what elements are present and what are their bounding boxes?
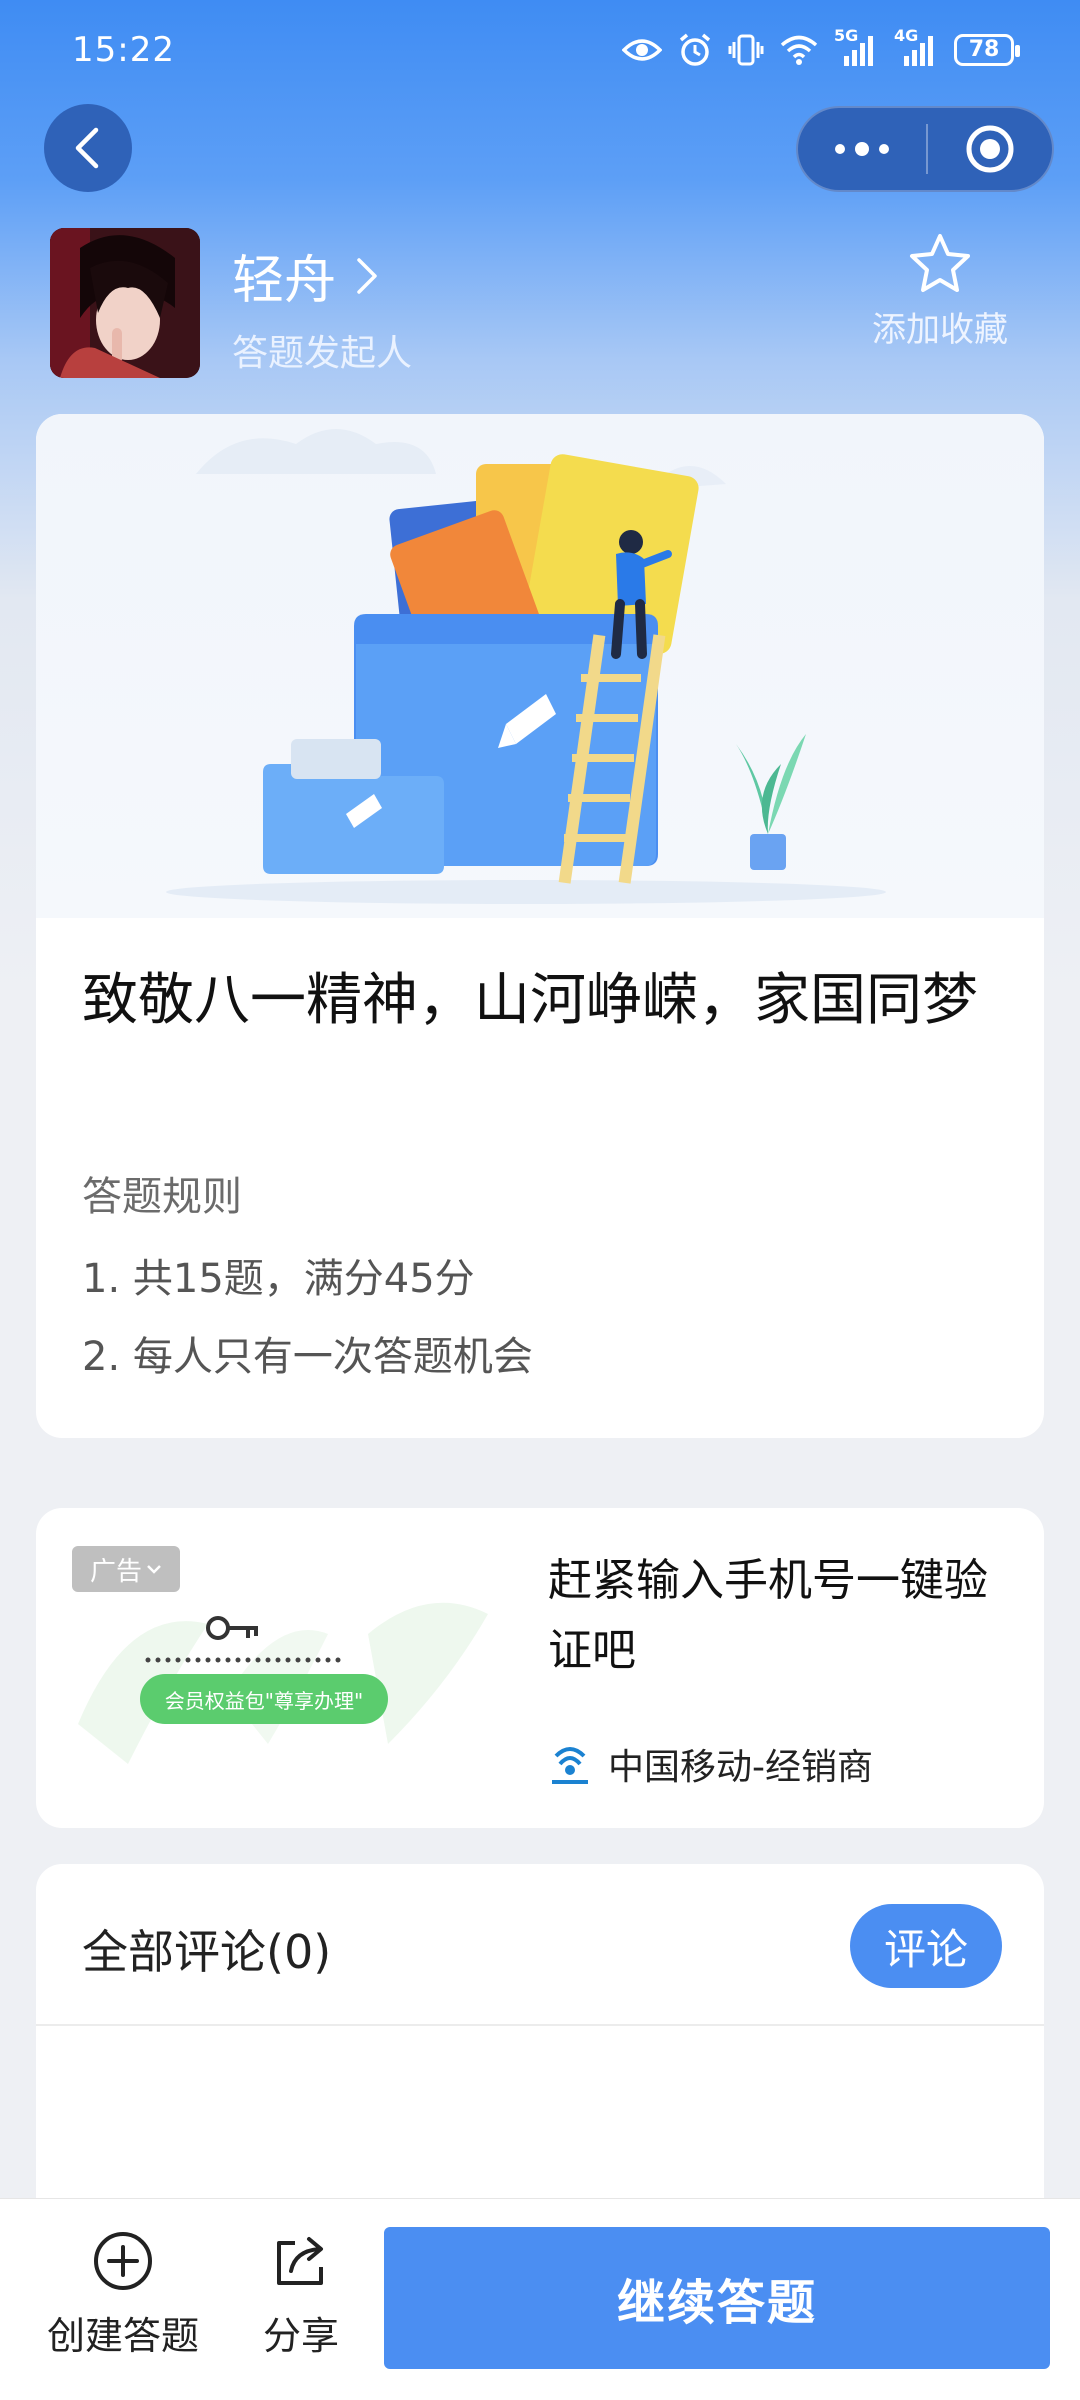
close-miniprogram-button[interactable] (928, 108, 1052, 190)
author-role: 答题发起人 (232, 333, 413, 374)
china-mobile-logo-icon (552, 1747, 588, 1784)
ad-brand-name: 中国移动-经销商 (608, 1747, 873, 1788)
status-bar: 15:22 5G 4G 78 (0, 0, 1080, 100)
create-quiz-label: 创建答题 (46, 2314, 199, 2358)
signal-5g-icon: 5G (834, 26, 878, 68)
battery-level: 78 (968, 37, 1000, 62)
more-button[interactable] (798, 108, 926, 190)
more-dots-icon (835, 142, 889, 156)
share-button[interactable]: 分享 (236, 2229, 366, 2360)
signal-4g-icon: 4G (894, 26, 938, 68)
star-icon (910, 234, 970, 292)
miniprogram-capsule (796, 106, 1054, 192)
eye-icon (622, 39, 662, 61)
ad-image-button-label: 会员权益包"尊享办理" (164, 1688, 364, 1713)
divider (36, 2024, 1044, 2026)
folder-illustration (166, 429, 886, 904)
add-favorite-button[interactable]: 添加收藏 (860, 232, 1020, 351)
chevron-right-icon (357, 257, 377, 294)
chevron-left-icon (75, 127, 99, 169)
share-label: 分享 (262, 2314, 339, 2358)
comment-button[interactable]: 评论 (850, 1904, 1002, 1988)
status-icons: 5G 4G 78 (622, 26, 1020, 72)
plus-circle-icon (94, 2232, 152, 2290)
comments-title: 全部评论(0) (82, 1925, 332, 1979)
status-time: 15:22 (72, 30, 175, 70)
ad-title: 赶紧输入手机号一键验证吧 (548, 1555, 988, 1676)
rule-item: 2. 每人只有一次答题机会 (82, 1334, 533, 1380)
author-name-link[interactable]: 轻舟 (232, 238, 378, 313)
create-quiz-button[interactable]: 创建答题 (40, 2229, 206, 2360)
ad-brand: 中国移动-经销商 (548, 1738, 873, 1790)
ad-badge-label: 广告 (89, 1556, 142, 1587)
quiz-banner (36, 414, 1044, 918)
quiz-card: 致敬八一精神，山河峥嵘，家国同梦 答题规则 1. 共15题，满分45分 2. 每… (36, 414, 1044, 1438)
target-icon (966, 125, 1014, 173)
alarm-icon (679, 33, 711, 66)
share-icon (277, 2237, 323, 2285)
add-favorite-label: 添加收藏 (872, 310, 1008, 350)
battery-icon: 78 (954, 34, 1020, 66)
back-button[interactable] (44, 104, 132, 192)
ad-card[interactable]: 会员权益包"尊享办理" 广告 赶紧输入手机号一键验证吧 中国移动-经销商 (36, 1508, 1044, 1828)
avatar[interactable] (50, 228, 200, 378)
rules-heading: 答题规则 (82, 1174, 242, 1220)
avatar-illustration (50, 228, 200, 378)
wifi-icon (780, 35, 818, 65)
continue-quiz-button[interactable]: 继续答题 (384, 2227, 1050, 2369)
vibrate-icon (728, 34, 764, 66)
author-name: 轻舟 (232, 251, 337, 311)
bottom-action-bar: 创建答题 分享 继续答题 (0, 2198, 1080, 2400)
chevron-down-icon (147, 1565, 161, 1574)
ad-badge[interactable]: 广告 (72, 1546, 180, 1592)
quiz-title: 致敬八一精神，山河峥嵘，家国同梦 (82, 968, 978, 1033)
rule-item: 1. 共15题，满分45分 (82, 1256, 475, 1302)
